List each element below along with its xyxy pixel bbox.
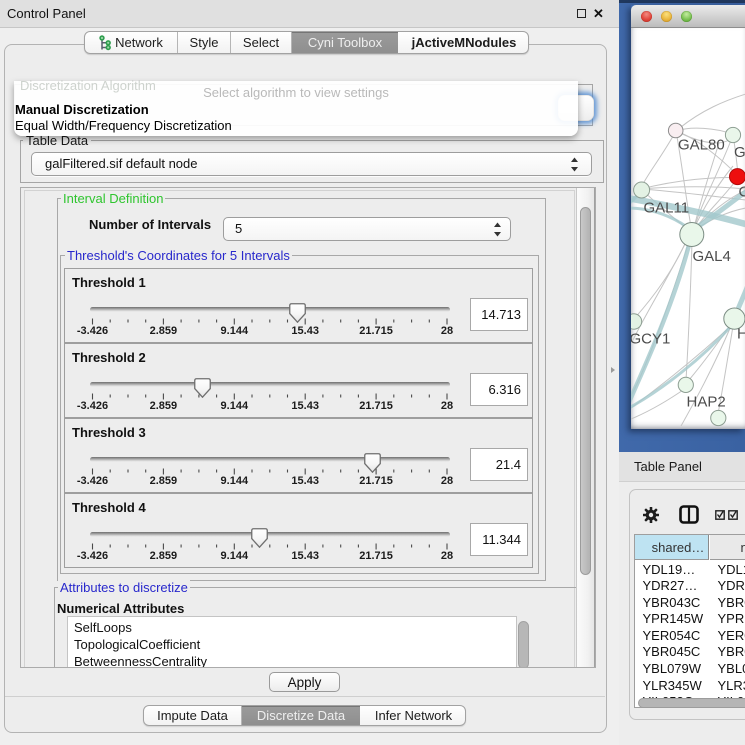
svg-text:G: G bbox=[734, 144, 745, 161]
svg-text:C: C bbox=[739, 184, 745, 201]
svg-text:H: H bbox=[737, 326, 745, 343]
svg-text:GAL4: GAL4 bbox=[693, 248, 731, 265]
svg-text:GAL11: GAL11 bbox=[644, 200, 690, 217]
svg-text:GCY1: GCY1 bbox=[631, 331, 670, 348]
svg-text:HAP2: HAP2 bbox=[687, 394, 726, 411]
svg-text:GAL80: GAL80 bbox=[678, 137, 725, 154]
